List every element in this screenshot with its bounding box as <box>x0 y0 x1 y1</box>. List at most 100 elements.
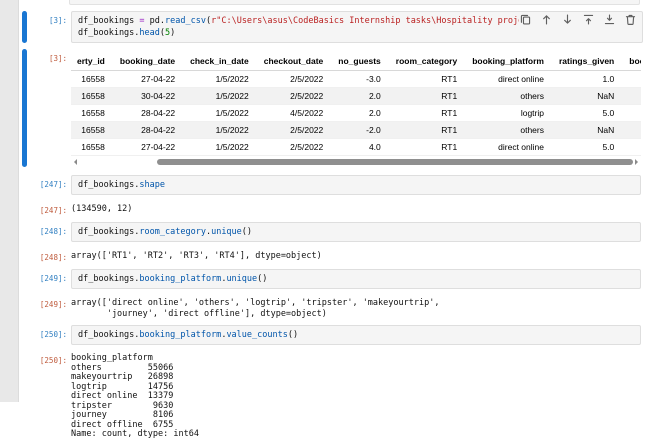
code-text[interactable]: df_bookings.shape <box>78 179 634 191</box>
table-cell: 27-04-22 <box>113 138 185 156</box>
output-text: (134590, 12) <box>71 204 133 214</box>
code-cell-249-input-row: [249]: df_bookings.booking_platform.uniq… <box>19 269 650 289</box>
left-gutter <box>0 0 19 402</box>
table-row: 16558 28-04-22 1/5/2022 4/5/2022 2.0 RT1 logtr… <box>71 104 641 122</box>
table-cell: others <box>466 121 553 139</box>
code-text[interactable]: df_bookings.booking_platform.unique() <box>78 273 634 285</box>
code-text[interactable]: df_bookings.booking_platform.value_count… <box>78 329 634 341</box>
code-cell-248-output-row: [248]: array(['RT1', 'RT2', 'RT3', 'RT4'… <box>19 248 650 263</box>
table-cell: direct online <box>466 138 553 156</box>
table-row: 16558 28-04-22 1/5/2022 2/5/2022 -2.0 RT1 othe… <box>71 121 641 139</box>
table-cell: RT1 <box>389 138 467 156</box>
output-prompt: [247]: <box>39 206 67 215</box>
move-up-icon[interactable] <box>540 13 553 26</box>
output-prompt: [3]: <box>48 54 67 63</box>
column-header: room_category <box>389 52 467 71</box>
table-cell: 28-04-22 <box>113 121 185 139</box>
input-prompt: [247]: <box>39 180 67 189</box>
insert-above-icon[interactable] <box>582 13 595 26</box>
code-editor[interactable]: df_bookings.room_category.unique() <box>71 222 641 242</box>
code-cell-3-input-row: [3]: df_bookings = pd.read_csv(r"C:\User… <box>19 11 650 43</box>
table-row: 16558 27-04-22 1/5/2022 2/5/2022 -3.0 RT1 dire… <box>71 70 641 88</box>
scrollbar-thumb[interactable] <box>156 159 633 165</box>
move-down-icon[interactable] <box>561 13 574 26</box>
table-cell: 4.0 <box>332 138 390 156</box>
code-text[interactable]: df_bookings.room_category.unique() <box>78 226 634 238</box>
duplicate-icon[interactable] <box>519 13 532 26</box>
table-cell: RT1 <box>389 87 467 105</box>
table-cell: 2.0 <box>332 104 390 122</box>
table-cell: 1.0 <box>552 70 624 88</box>
output-prompt: [248]: <box>39 253 67 262</box>
output-text: booking_platform others 55066 makeyourtr… <box>71 353 199 439</box>
table-cell: -2.0 <box>332 121 390 139</box>
table-cell: Cancelled <box>623 121 641 139</box>
code-editor[interactable]: df_bookings.booking_platform.value_count… <box>71 325 641 345</box>
jupyter-notebook: { "colors": { "active_cell_bar": "#1976d… <box>0 0 650 439</box>
column-header: ratings_given <box>552 52 624 71</box>
column-header: checkout_date <box>257 52 333 71</box>
code-cell-247-input-row: [247]: df_bookings.shape <box>19 175 650 195</box>
table-cell: 1/5/2022 <box>184 87 258 105</box>
table-cell: 4/5/2022 <box>257 104 333 122</box>
table-cell: 16558 <box>71 87 114 105</box>
table-cell: 16558 <box>71 121 114 139</box>
table-cell: 30-04-22 <box>113 87 185 105</box>
insert-below-icon[interactable] <box>603 13 616 26</box>
code-cell-247-output-row: [247]: (134590, 12) <box>19 201 650 216</box>
table-cell: 5.0 <box>552 104 624 122</box>
column-header: erty_id <box>71 52 114 71</box>
table-row: 16558 27-04-22 1/5/2022 2/5/2022 4.0 RT1 direc… <box>71 138 641 156</box>
table-cell: 5.0 <box>552 138 624 156</box>
output-prompt: [250]: <box>39 356 67 365</box>
previous-cell-stub[interactable] <box>69 0 640 5</box>
table-cell: 2/5/2022 <box>257 87 333 105</box>
value-counts-output: booking_platform others 55066 makeyourtr… <box>71 351 641 440</box>
table-cell: RT1 <box>389 70 467 88</box>
code-cell-249-output-row: [249]: array(['direct online', 'others',… <box>19 295 650 319</box>
code-cell-250-input-row: [250]: df_bookings.booking_platform.valu… <box>19 325 650 345</box>
table-cell: NaN <box>552 87 624 105</box>
column-header: booking_date <box>113 52 185 71</box>
table-cell: 16558 <box>71 104 114 122</box>
dataframe-table-wrap: erty_id booking_date check_in_date checkout… <box>71 52 641 156</box>
delete-icon[interactable] <box>624 13 637 26</box>
table-cell: Checked Out <box>623 70 641 88</box>
table-cell: NaN <box>552 121 624 139</box>
scrollbar-track[interactable] <box>79 159 633 165</box>
notebook-area: [3]: df_bookings = pd.read_csv(r"C:\User… <box>19 0 650 446</box>
table-cell: direct online <box>466 70 553 88</box>
text-output: (134590, 12) <box>71 201 641 216</box>
output-text: array(['direct online', 'others', 'logtr… <box>71 298 440 319</box>
code-editor[interactable]: df_bookings.shape <box>71 175 641 195</box>
code-editor[interactable]: df_bookings.booking_platform.unique() <box>71 269 641 289</box>
table-cell: others <box>466 87 553 105</box>
output-prompt: [249]: <box>39 300 67 309</box>
table-cell: 2/5/2022 <box>257 70 333 88</box>
input-prompt: [248]: <box>39 227 67 236</box>
scroll-left-arrow-icon[interactable] <box>71 159 77 165</box>
table-cell: 16558 <box>71 70 114 88</box>
table-cell: Checked Out <box>623 104 641 122</box>
table-cell: 2.0 <box>332 87 390 105</box>
column-header: check_in_date <box>184 52 258 71</box>
input-prompt: [3]: <box>48 16 67 25</box>
table-cell: logtrip <box>466 104 553 122</box>
table-cell: RT1 <box>389 121 467 139</box>
table-cell: 1/5/2022 <box>184 138 258 156</box>
table-row: 16558 30-04-22 1/5/2022 2/5/2022 2.0 RT1 other… <box>71 87 641 105</box>
table-cell: 2/5/2022 <box>257 121 333 139</box>
code-editor[interactable]: df_bookings = pd.read_csv(r"C:\Users\asu… <box>71 11 643 43</box>
horizontal-scrollbar[interactable] <box>71 157 641 167</box>
text-output: array(['RT1', 'RT2', 'RT3', 'RT4'], dtyp… <box>71 248 641 263</box>
column-header: booking_platform <box>466 52 553 71</box>
output-text: array(['RT1', 'RT2', 'RT3', 'RT4'], dtyp… <box>71 251 322 261</box>
scroll-right-arrow-icon[interactable] <box>635 159 641 165</box>
cell-toolbar <box>518 13 637 26</box>
table-cell: -3.0 <box>332 70 390 88</box>
dataframe-output: erty_id booking_date check_in_date checkout… <box>71 49 641 167</box>
code-cell-248-input-row: [248]: df_bookings.room_category.unique(… <box>19 222 650 242</box>
table-cell: 1/5/2022 <box>184 104 258 122</box>
column-header: no_guests <box>332 52 390 71</box>
column-header: booking_status <box>623 52 641 71</box>
